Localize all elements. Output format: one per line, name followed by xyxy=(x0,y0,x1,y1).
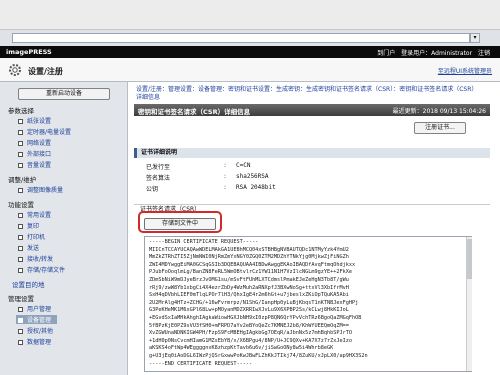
address-dropdown-button[interactable]: ▾ xyxy=(470,33,480,43)
gear-icon xyxy=(9,64,21,76)
certificate-details-heading: 证书详细说明 xyxy=(134,148,490,158)
sidebar-item-volume[interactable]: 音量设置 xyxy=(18,160,51,169)
colon: : xyxy=(224,162,227,169)
browser-chrome xyxy=(0,0,500,30)
logout-link[interactable]: 注销 xyxy=(478,50,490,57)
page-title: 设置/注册 xyxy=(28,67,63,76)
sidebar-item-image-quality[interactable]: 调整图像质量 xyxy=(18,185,63,194)
scrollbar-thumb[interactable] xyxy=(467,239,472,279)
top-links: 到门户 登录用户：Administrator 注销 xyxy=(373,48,490,57)
sidebar-item-network[interactable]: 网络设置 xyxy=(18,138,51,147)
breadcrumb[interactable]: 设置/注册：管理设置：设备管理：密钥和证书设置：生成密钥：生成密钥和证书签名请求… xyxy=(136,86,476,102)
signature-algorithm-value: sha256RSA xyxy=(236,173,269,180)
sidebar-item-device-management[interactable]: 设备管理 xyxy=(16,315,58,324)
sidebar-item-user-management[interactable]: 用户管理 xyxy=(18,304,51,313)
colon: : xyxy=(224,173,227,180)
sidebar-item-destinations[interactable]: 设置目的地 xyxy=(12,279,45,289)
sidebar-section-adjust: 调整/维护 xyxy=(8,176,37,184)
top-bar: imagePRESS 到门户 登录用户：Administrator 注销 xyxy=(0,46,500,58)
sidebar-item-store[interactable]: 存储/存储文件 xyxy=(18,265,65,274)
sidebar-item-copy[interactable]: 复印 xyxy=(18,221,39,230)
public-key-value: RSA 2048bit xyxy=(236,184,276,191)
login-user-label: 登录用户：Administrator xyxy=(401,50,473,57)
sidebar-item-printer[interactable]: 打印机 xyxy=(18,232,45,241)
last-updated-value: 2018 09/13 15:04:26 xyxy=(422,108,486,115)
sidebar-item-send[interactable]: 发送 xyxy=(18,243,39,252)
issued-to-value: C=CN xyxy=(236,162,251,169)
sidebar-item-receive[interactable]: 接收/转发 xyxy=(18,254,53,263)
sidebar-item-common[interactable]: 常用设置 xyxy=(18,210,51,219)
sidebar-item-license[interactable]: 授权/其他 xyxy=(18,326,53,335)
sidebar-item-timer[interactable]: 定时器/电量设置 xyxy=(18,127,71,136)
sidebar-item-interface[interactable]: 外部接口 xyxy=(18,149,51,158)
last-updated-label: 最近更新： xyxy=(392,108,423,115)
address-bar[interactable] xyxy=(12,33,470,43)
page-header: 设置/注册 至远程UI系统管理员 xyxy=(0,58,500,82)
portal-link[interactable]: 到门户 xyxy=(377,50,395,57)
sidebar-section-functions: 功能设置 xyxy=(8,201,34,209)
sidebar-section-preferences: 参数选择 xyxy=(8,107,34,115)
restart-device-button[interactable]: 重新启动设备 xyxy=(18,88,110,100)
panel-title: 密钥和证书签名请求（CSR）详细信息 xyxy=(138,108,251,116)
sidebar: 重新启动设备 参数选择 纸张设置 定时器/电量设置 网络设置 外部接口 音量设置… xyxy=(0,82,128,375)
system-admin-link[interactable]: 至远程UI系统管理员 xyxy=(438,66,492,75)
sidebar-section-management: 管理设置 xyxy=(8,295,34,303)
csr-textarea[interactable]: -----BEGIN CERTIFICATE REQUEST----- MIIC… xyxy=(144,236,472,372)
public-key-label: 公钥 xyxy=(146,186,159,193)
register-certificate-button[interactable]: 注册证书... xyxy=(414,122,466,134)
issued-to-label: 已发行至 xyxy=(146,164,171,171)
colon: : xyxy=(224,184,227,191)
panel-header: 密钥和证书签名请求（CSR）详细信息 最近更新：2018 09/13 15:04… xyxy=(134,104,490,116)
highlight-annotation xyxy=(138,211,222,233)
last-updated: 最近更新：2018 09/13 15:04:26 xyxy=(393,106,486,115)
brand-logo: imagePRESS xyxy=(6,48,52,56)
sidebar-item-data-management[interactable]: 数据管理 xyxy=(18,337,51,346)
signature-algorithm-label: 签名算法 xyxy=(146,175,171,182)
sidebar-item-paper[interactable]: 纸张设置 xyxy=(18,116,51,125)
csr-scrollbar[interactable] xyxy=(466,237,472,371)
